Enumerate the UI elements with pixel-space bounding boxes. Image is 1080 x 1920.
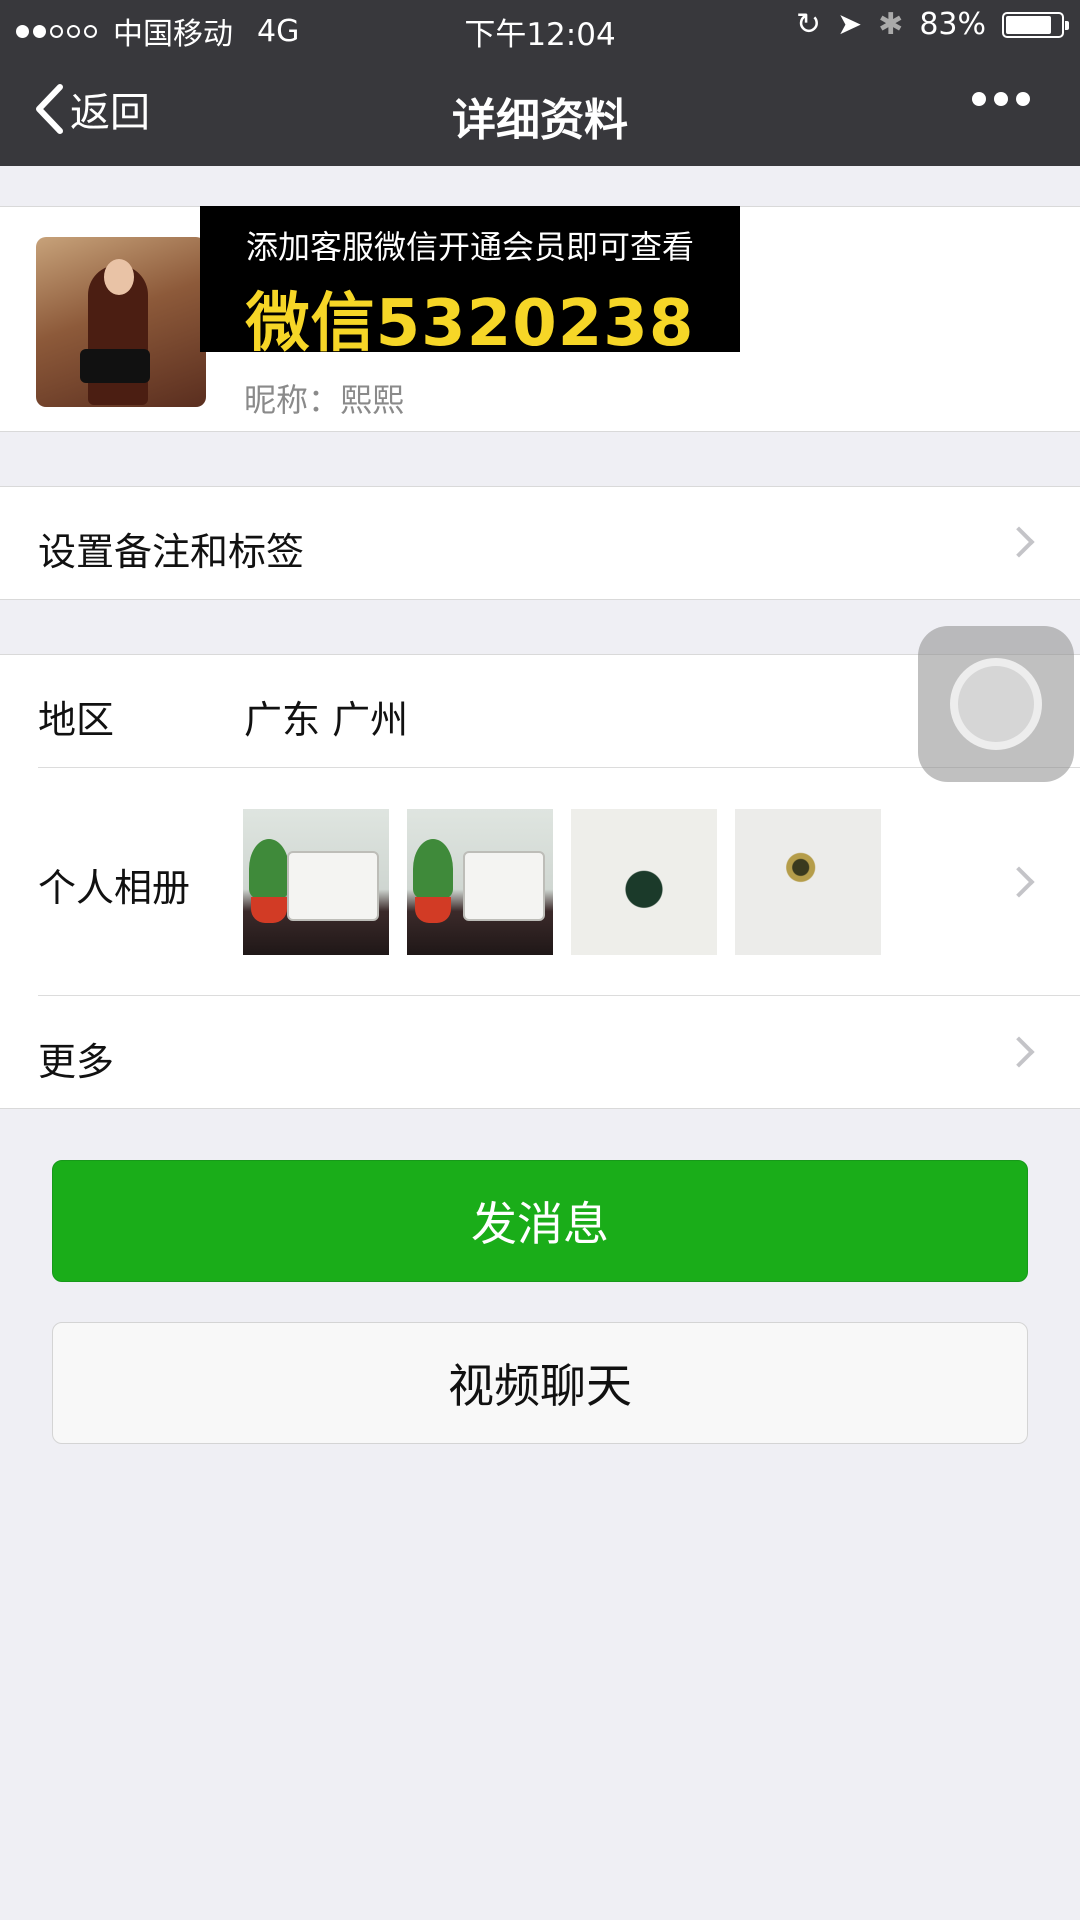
promo-overlay: 添加客服微信开通会员即可查看 微信5320238 (200, 206, 740, 361)
status-bar: 中国移动 4G 下午12:04 ↻ ➤ ✱ 83% (0, 0, 1080, 54)
send-message-button[interactable]: 发消息 (52, 1160, 1028, 1282)
avatar[interactable] (36, 237, 206, 407)
album-thumbnail (243, 809, 389, 955)
album-label: 个人相册 (38, 866, 191, 910)
battery-percent: 83% (919, 7, 986, 42)
battery-icon (1002, 11, 1069, 38)
chevron-right-icon (1003, 866, 1035, 898)
nav-bar: 返回 详细资料 (0, 54, 1080, 166)
set-remark-row[interactable]: 设置备注和标签 (0, 486, 1080, 600)
personal-album-row[interactable]: 个人相册 (0, 767, 1080, 995)
more-options-button[interactable] (972, 92, 1030, 106)
album-thumbnail (735, 809, 881, 955)
nickname-value: 熙熙 (340, 381, 405, 419)
chevron-right-icon (1003, 1036, 1035, 1068)
nickname-line: 昵称：熙熙 (244, 375, 404, 421)
ellipsis-icon (972, 92, 986, 106)
bluetooth-icon: ✱ (878, 7, 904, 42)
promo-wechat-id: 微信5320238 (245, 287, 695, 361)
region-value: 广东 广州 (244, 698, 409, 742)
nickname-label: 昵称： (244, 381, 341, 419)
region-label: 地区 (38, 698, 115, 742)
remark-label: 设置备注和标签 (38, 530, 305, 574)
chevron-right-icon (1003, 526, 1035, 558)
location-arrow-icon: ➤ (837, 7, 863, 42)
promo-text: 添加客服微信开通会员即可查看 (245, 228, 694, 266)
more-label: 更多 (38, 1040, 115, 1084)
album-thumbnail (407, 809, 553, 955)
assistive-touch-button[interactable] (918, 626, 1074, 782)
assistive-touch-icon (950, 658, 1042, 750)
video-chat-button[interactable]: 视频聊天 (52, 1322, 1028, 1444)
more-row[interactable]: 更多 (0, 995, 1080, 1110)
page-title: 详细资料 (452, 95, 628, 146)
battery-fill (1006, 15, 1051, 34)
rotation-lock-icon: ↻ (795, 7, 822, 42)
album-thumbnail (571, 809, 717, 955)
